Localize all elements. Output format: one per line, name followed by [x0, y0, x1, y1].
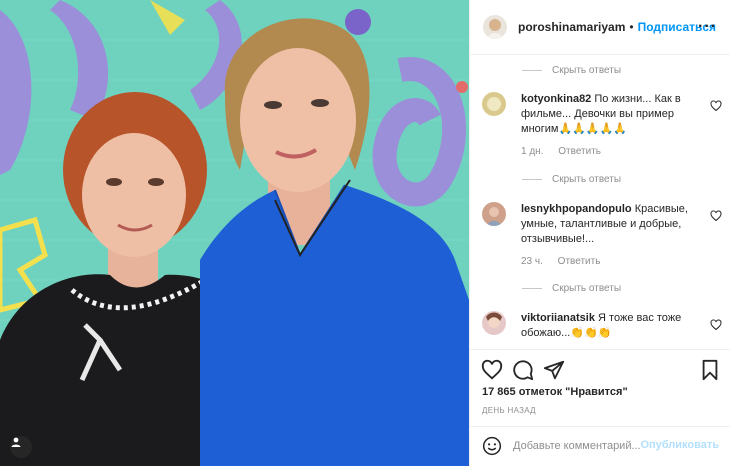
more-options-icon[interactable]: ··· [698, 18, 717, 36]
heart-icon[interactable] [710, 210, 722, 222]
emoji-icon[interactable] [482, 436, 502, 456]
author-avatar[interactable] [483, 15, 507, 39]
user-tag-icon [11, 437, 21, 447]
photo-illustration [0, 0, 469, 466]
comment-item: viktoriianatsik Я тоже вас тоже обожаю..… [482, 311, 722, 348]
divider-line [522, 287, 542, 289]
comment-meta: 1 дн. Ответить [521, 146, 601, 157]
hide-replies-label: Скрыть ответы [552, 64, 622, 76]
hide-replies-button[interactable]: Скрыть ответы [522, 280, 621, 296]
post-actions: 17 865 отметок "Нравится" ДЕНЬ НАЗАД [470, 349, 730, 429]
post-photo[interactable] [0, 0, 469, 466]
hide-replies-label: Скрыть ответы [552, 173, 622, 185]
separator-dot: • [629, 20, 634, 34]
heart-icon[interactable] [710, 100, 722, 112]
reply-button[interactable]: Ответить [558, 256, 601, 267]
comment-item: lesnykhpopandopulo Красивые, умные, тала… [482, 202, 722, 272]
heart-icon[interactable] [710, 319, 722, 331]
commenter-username[interactable]: kotyonkina82 [521, 93, 591, 105]
comment-icon[interactable] [512, 359, 534, 381]
heart-icon[interactable] [481, 359, 503, 381]
hide-replies-button[interactable]: Скрыть ответы [522, 171, 621, 187]
commenter-avatar[interactable] [482, 92, 506, 116]
commenter-avatar[interactable] [482, 202, 506, 226]
share-icon[interactable] [543, 359, 565, 381]
comment-text-block: lesnykhpopandopulo Красивые, умные, тала… [521, 202, 699, 247]
user-tag-button[interactable] [10, 436, 32, 458]
comment-text-block: kotyonkina82 По жизни... Как в фильме...… [521, 92, 699, 137]
publish-button[interactable]: Опубликовать [640, 439, 719, 451]
post-date: ДЕНЬ НАЗАД [482, 406, 536, 415]
add-comment-bar: Опубликовать [470, 426, 730, 466]
commenter-avatar[interactable] [482, 311, 506, 335]
likes-count[interactable]: 17 865 отметок "Нравится" [482, 386, 628, 398]
post-side-panel: poroshinamariyam • Подписаться ··· Скрыт… [469, 0, 730, 466]
hide-replies-label: Скрыть ответы [552, 282, 622, 294]
bookmark-icon[interactable] [699, 359, 721, 381]
divider-line [522, 178, 542, 180]
author-username[interactable]: poroshinamariyam [518, 20, 625, 34]
comment-item: kotyonkina82 По жизни... Как в фильме...… [482, 92, 722, 162]
comment-text-block: viktoriianatsik Я тоже вас тоже обожаю..… [521, 311, 699, 341]
commenter-username[interactable]: viktoriianatsik [521, 312, 595, 324]
commenter-username[interactable]: lesnykhpopandopulo [521, 203, 632, 215]
post-header: poroshinamariyam • Подписаться ··· [470, 0, 730, 55]
comment-input[interactable] [513, 437, 641, 455]
hide-replies-button[interactable]: Скрыть ответы [522, 62, 621, 78]
divider-line [522, 69, 542, 71]
comment-meta: 23 ч. Ответить [521, 256, 600, 267]
reply-button[interactable]: Ответить [558, 146, 601, 157]
comments-list: Скрыть ответы kotyonkina82 По жизни... К… [470, 56, 730, 348]
comment-time: 1 дн. [521, 146, 544, 157]
comment-time: 23 ч. [521, 256, 543, 267]
